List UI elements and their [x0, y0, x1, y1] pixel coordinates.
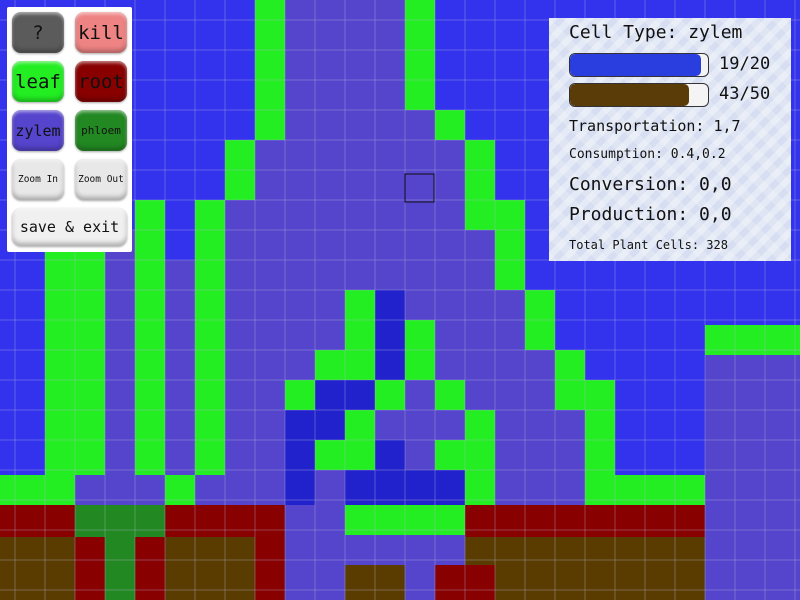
zylem-cells: [165, 260, 195, 475]
leaf-cells: [405, 0, 435, 110]
cell-type-label: Cell Type: zylem: [569, 22, 743, 43]
leaf-cells: [45, 240, 75, 505]
transportation-stat: Transportation: 1,7: [569, 117, 741, 135]
root-cells: [255, 537, 285, 600]
kill-button[interactable]: kill: [75, 12, 127, 53]
leaf-cells: [465, 410, 495, 505]
leaf-cells: [195, 260, 225, 290]
save-exit-button[interactable]: save & exit: [12, 208, 127, 246]
leaf-cells: [195, 290, 225, 475]
zylem-cells: [525, 350, 555, 505]
zylem-cells: [255, 140, 285, 505]
zylem-cells: [705, 355, 800, 600]
leaf-cells: [345, 410, 375, 440]
cell-info-panel: Cell Type: zylem 19/20 43/50 Transportat…: [549, 18, 791, 261]
zylem-button[interactable]: zylem: [12, 110, 64, 151]
zylem-cells: [555, 410, 585, 505]
phloem-button[interactable]: phloem: [75, 110, 127, 151]
leaf-cells: [465, 140, 495, 230]
water-bar-fill: [570, 54, 702, 76]
deep-cells: [315, 410, 345, 440]
leaf-cells: [495, 260, 525, 290]
zoom-out-button[interactable]: Zoom Out: [75, 159, 127, 200]
deep-cells: [375, 350, 405, 380]
nutrient-bar-value: 43/50: [719, 84, 771, 104]
help-button[interactable]: ?: [12, 12, 64, 53]
water-bar-value: 19/20: [719, 54, 771, 74]
leaf-cells: [375, 380, 405, 410]
leaf-cells: [435, 440, 465, 470]
phloem-cells: [75, 505, 165, 537]
nutrient-bar: [569, 83, 709, 107]
root-cells: [135, 537, 165, 600]
leaf-cells: [435, 110, 465, 140]
tool-palette: ? kill leaf root zylem phloem Zoom In Zo…: [7, 7, 132, 252]
water-bar: [569, 53, 709, 77]
leaf-button[interactable]: leaf: [12, 61, 64, 102]
nutrient-bar-fill: [570, 84, 689, 106]
root-button[interactable]: root: [75, 61, 127, 102]
zylem-cells: [405, 565, 435, 600]
deep-cells: [285, 410, 315, 505]
consumption-stat: Consumption: 0.4,0.2: [569, 147, 726, 162]
zoom-in-button[interactable]: Zoom In: [12, 159, 64, 200]
zylem-cells: [375, 410, 405, 440]
phloem-cells: [105, 537, 135, 600]
leaf-cells: [135, 200, 165, 475]
leaf-cells: [255, 0, 285, 140]
leaf-cells: [435, 380, 465, 410]
leaf-cells: [285, 380, 315, 410]
deep-cells: [375, 440, 405, 470]
total-plant-cells: Total Plant Cells: 328: [569, 238, 728, 252]
zylem-cells: [225, 260, 255, 505]
production-stat: Production: 0,0: [569, 204, 732, 225]
conversion-stat: Conversion: 0,0: [569, 174, 732, 195]
zylem-cells: [105, 230, 135, 505]
root-cells: [75, 537, 105, 600]
